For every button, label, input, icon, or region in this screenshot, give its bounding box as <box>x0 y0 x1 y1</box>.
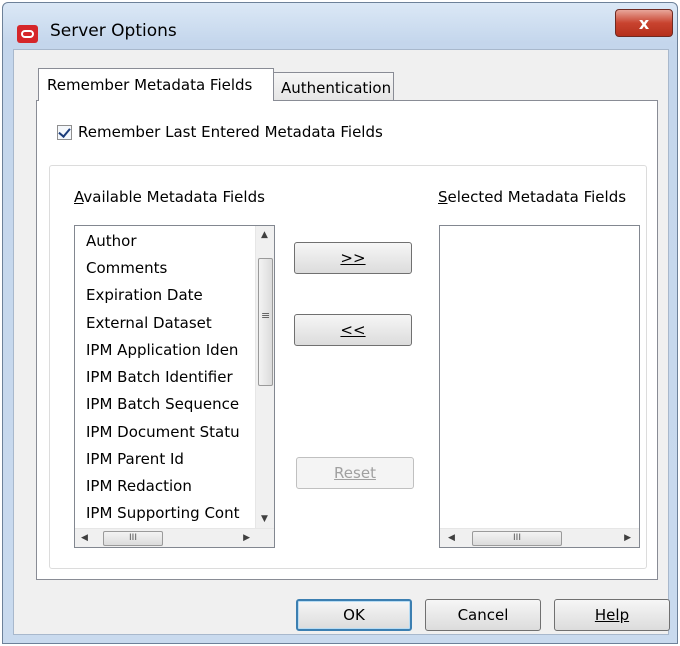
reset-button[interactable]: Reset <box>296 457 414 489</box>
remove-fields-button-label: << <box>340 321 366 339</box>
remove-fields-button[interactable]: << <box>294 314 412 346</box>
remember-checkbox[interactable] <box>57 124 72 140</box>
metadata-group-box: Available Metadata Fields Selected Metad… <box>49 165 647 569</box>
tab-remember-metadata-fields[interactable]: Remember Metadata Fields <box>38 68 274 101</box>
scroll-left-arrow-icon[interactable]: ◀ <box>448 533 455 543</box>
list-item[interactable]: IPM Parent Id <box>86 450 184 468</box>
dialog-client-area: Remember Metadata Fields Authentication … <box>13 49 670 635</box>
cancel-button[interactable]: Cancel <box>425 599 541 631</box>
selected-fields-label: Selected Metadata Fields <box>438 188 626 206</box>
available-fields-list-viewport: Author Comments Expiration Date External… <box>75 226 255 528</box>
scroll-up-arrow-icon[interactable]: ▲ <box>261 230 268 240</box>
horizontal-scroll-thumb[interactable]: III <box>472 531 562 546</box>
list-item[interactable]: Comments <box>86 259 167 277</box>
list-item[interactable]: IPM Redaction <box>86 477 192 495</box>
selected-horizontal-scrollbar[interactable]: ◀ III ▶ <box>440 528 639 547</box>
available-fields-mnemonic: A <box>74 188 84 206</box>
vertical-scroll-thumb[interactable]: ≡ <box>258 258 273 386</box>
add-fields-button-label: >> <box>340 249 366 267</box>
available-fields-listbox[interactable]: Author Comments Expiration Date External… <box>74 225 275 548</box>
list-item[interactable]: Author <box>86 232 137 250</box>
selected-fields-label-text: elected Metadata Fields <box>447 188 627 206</box>
remember-checkbox-label: Remember Last Entered Metadata Fields <box>78 123 383 141</box>
oracle-app-icon <box>17 25 38 43</box>
scroll-left-arrow-icon[interactable]: ◀ <box>81 533 88 543</box>
title-bar[interactable]: Server Options x <box>3 3 677 51</box>
horizontal-scroll-thumb[interactable]: III <box>103 531 163 546</box>
available-fields-label-text: vailable Metadata Fields <box>83 188 265 206</box>
remember-checkbox-row[interactable]: Remember Last Entered Metadata Fields <box>57 123 383 141</box>
list-item[interactable]: External Dataset <box>86 314 212 332</box>
window-title: Server Options <box>50 21 177 41</box>
scroll-right-arrow-icon[interactable]: ▶ <box>243 533 250 543</box>
available-fields-label: Available Metadata Fields <box>74 188 265 206</box>
tab-panel: Remember Last Entered Metadata Fields Av… <box>36 100 658 580</box>
selected-fields-listbox[interactable]: ◀ III ▶ <box>439 225 640 548</box>
list-item[interactable]: IPM Batch Identifier <box>86 368 233 386</box>
tab-authentication[interactable]: Authentication <box>272 72 394 102</box>
ok-button[interactable]: OK <box>296 599 412 631</box>
close-button[interactable]: x <box>615 9 673 37</box>
available-vertical-scrollbar[interactable]: ▲ ≡ ▼ <box>255 226 274 528</box>
help-button-label: Help <box>594 606 630 624</box>
reset-button-label: Reset <box>334 464 376 482</box>
server-options-dialog: Server Options x Remember Metadata Field… <box>2 2 678 644</box>
selected-fields-mnemonic: S <box>438 188 448 206</box>
scroll-down-arrow-icon[interactable]: ▼ <box>261 514 268 524</box>
list-item[interactable]: Expiration Date <box>86 286 203 304</box>
list-item[interactable]: IPM Supporting Cont <box>86 504 239 522</box>
help-button[interactable]: Help <box>554 599 670 631</box>
scroll-grip-icon: ≡ <box>261 309 271 322</box>
available-horizontal-scrollbar[interactable]: ◀ III ▶ <box>75 528 274 547</box>
list-item[interactable]: IPM Application Iden <box>86 341 238 359</box>
list-item[interactable]: IPM Document Statu <box>86 423 240 441</box>
scroll-right-arrow-icon[interactable]: ▶ <box>624 533 631 543</box>
add-fields-button[interactable]: >> <box>294 242 412 274</box>
list-item[interactable]: IPM Batch Sequence <box>86 395 239 413</box>
